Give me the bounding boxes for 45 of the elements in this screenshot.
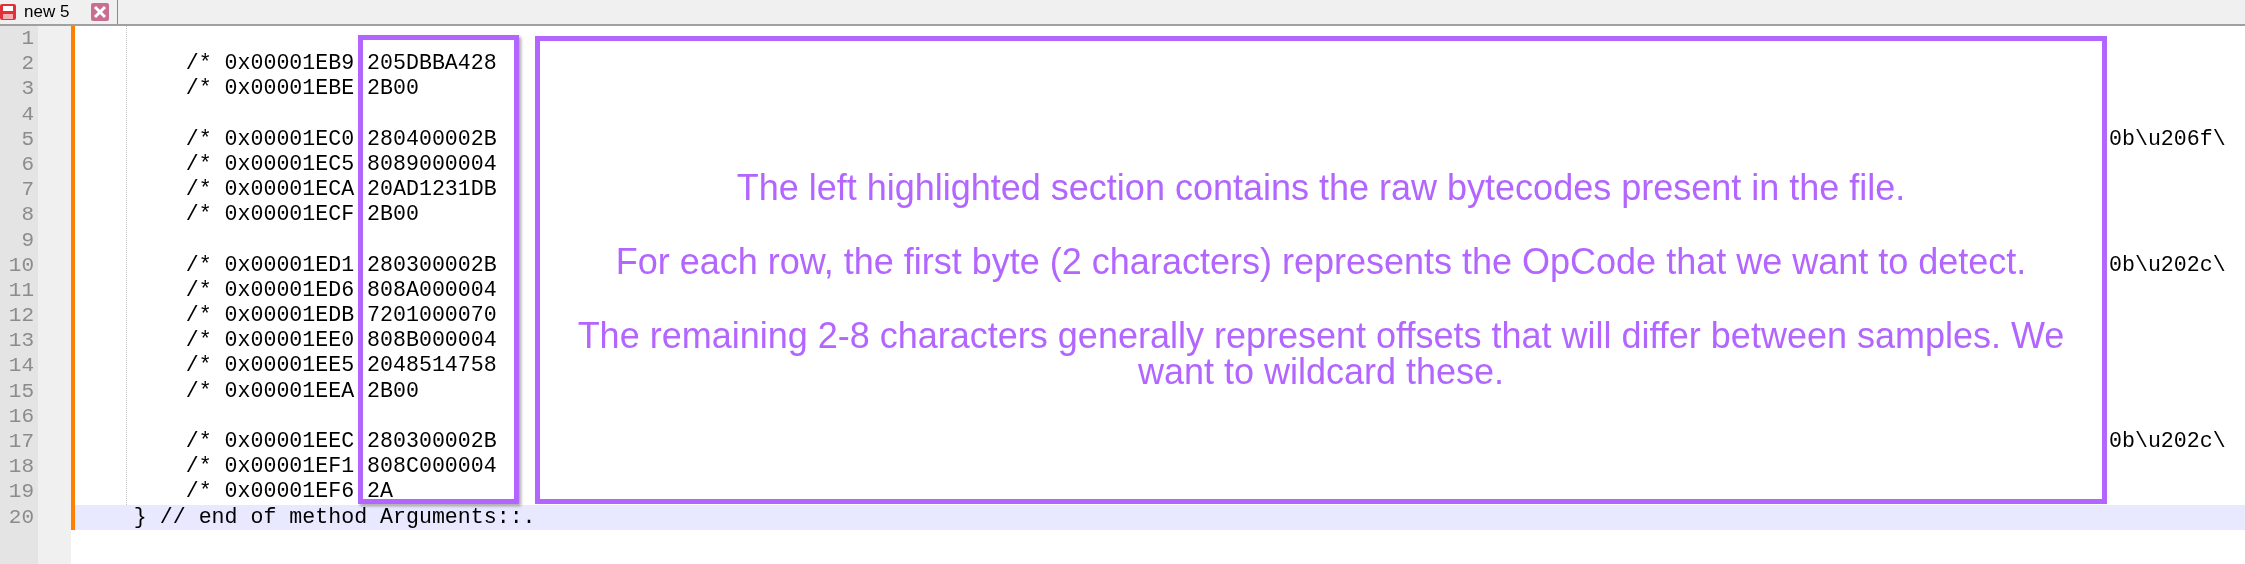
code-line: /* 0x00001ED6 808A000004 xyxy=(184,277,497,304)
code-line: /* 0x00001ED1 280300002B xyxy=(184,252,497,278)
code-line: /* 0x00001EF1 808C000004 xyxy=(184,454,497,480)
line-number: 1 xyxy=(20,26,35,52)
line-number: 4 xyxy=(20,101,35,127)
line-number: 8 xyxy=(20,202,35,228)
code-line: 0b\u202c\ xyxy=(2109,252,2226,278)
line-number: 18 xyxy=(7,454,35,480)
line-number: 17 xyxy=(7,429,35,455)
line-number: 7 xyxy=(20,177,35,203)
annotation-text: The left highlighted section contains the raw bytecodes present in the file. xyxy=(736,170,1906,206)
code-line: /* 0x00001EE0 808B000004 xyxy=(184,328,497,354)
annotation-text: The remaining 2-8 characters generally represent offsets that will differ between samples. We want to wildcard these. xyxy=(576,318,2066,390)
line-number: 9 xyxy=(20,227,35,253)
line-number: 5 xyxy=(20,126,35,152)
line-number: 15 xyxy=(7,378,35,404)
line-number: 6 xyxy=(20,151,35,178)
code-line: 0b\u202c\ xyxy=(2109,429,2226,455)
code-line: /* 0x00001EF6 2A xyxy=(184,479,393,505)
line-number: 19 xyxy=(7,479,35,505)
annotation-text: For each row, the first byte (2 characters) represents the OpCode that we want to detect. xyxy=(615,244,2027,280)
code-line: /* 0x00001EE5 2048514758 xyxy=(184,353,497,379)
code-line: /* 0x00001EEC 280300002B xyxy=(184,429,497,455)
code-line: /* 0x00001ECF 2B00 xyxy=(184,202,419,228)
code-line: /* 0x00001EC5 8089000004 xyxy=(184,151,497,178)
line-number: 2 xyxy=(20,51,35,77)
code-line: /* 0x00001EBE 2B00 xyxy=(184,76,419,102)
tab-title: new 5 xyxy=(24,2,71,22)
code-line: 0b\u206f\ xyxy=(2109,126,2226,152)
line-number: 16 xyxy=(7,403,35,429)
close-icon[interactable] xyxy=(91,3,110,21)
document-tab[interactable]: new 5 xyxy=(0,0,119,24)
code-line: } // end of method Arguments::. xyxy=(132,504,536,530)
line-number: 11 xyxy=(7,277,35,304)
code-line: /* 0x00001ECA 20AD1231DB xyxy=(184,177,497,203)
line-number: 20 xyxy=(7,504,35,530)
code-line: /* 0x00001EC0 280400002B xyxy=(184,126,497,152)
code-line: /* 0x00001EEA 2B00 xyxy=(184,378,419,404)
line-number: 14 xyxy=(7,353,35,379)
code-line: /* 0x00001EDB 7201000070 xyxy=(184,303,497,329)
line-number: 12 xyxy=(7,303,35,329)
line-number: 13 xyxy=(7,328,35,354)
code-line: /* 0x00001EB9 205DBBA428 xyxy=(184,51,497,77)
line-number: 3 xyxy=(20,76,35,102)
line-number: 10 xyxy=(7,252,35,278)
